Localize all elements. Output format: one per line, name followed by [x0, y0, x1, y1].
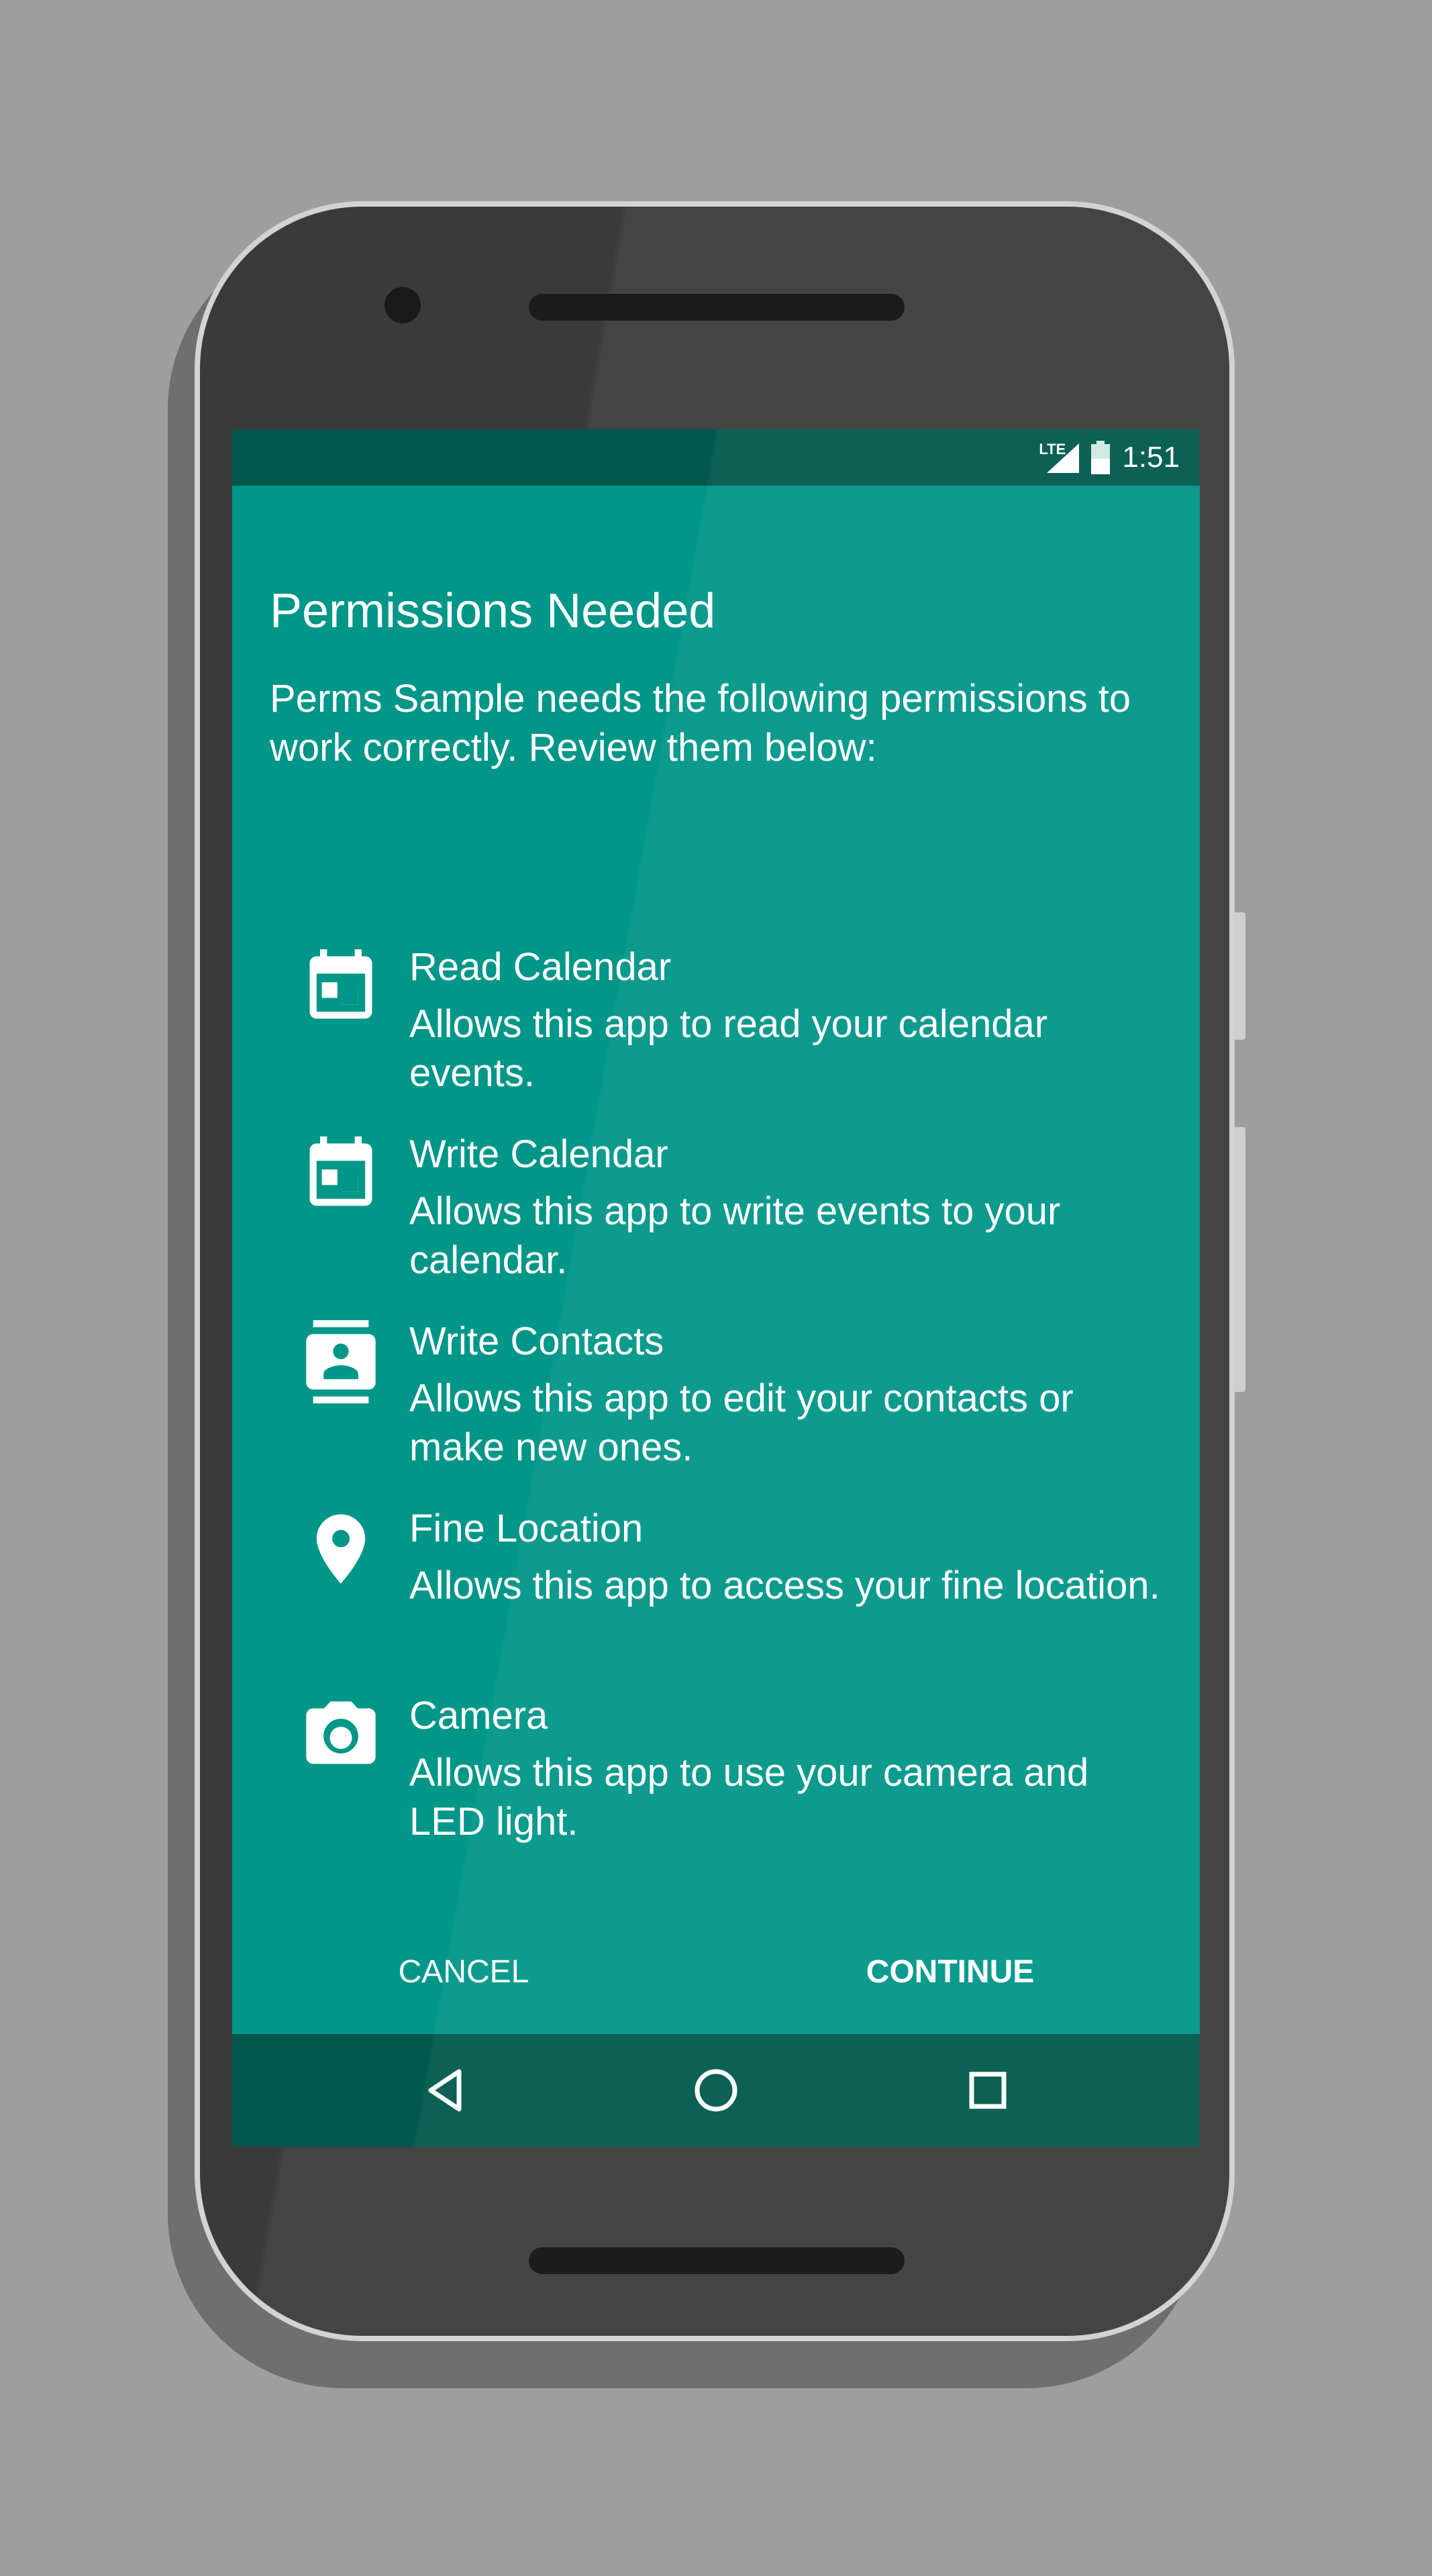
- top-speaker: [529, 294, 905, 321]
- permission-description: Allows this app to access your fine loca…: [409, 1564, 1160, 1607]
- permission-title: Fine Location: [409, 1507, 644, 1550]
- permission-title: Write Contacts: [409, 1320, 664, 1363]
- permission-item-read-calendar: Read Calendar Allows this app to read yo…: [232, 945, 1200, 1120]
- power-button: [1233, 912, 1245, 1040]
- permission-title: Write Calendar: [409, 1132, 668, 1176]
- permission-item-camera: Camera Allows this app to use your camer…: [232, 1694, 1200, 1869]
- volume-button: [1233, 1127, 1245, 1392]
- navigation-bar: [232, 2034, 1200, 2147]
- screen: LTE 1:51 Permissions Needed Perms Sample…: [232, 429, 1200, 2147]
- permission-item-fine-location: Fine Location Allows this app to access …: [232, 1507, 1200, 1682]
- calendar-icon: [309, 949, 372, 1019]
- dialog-title: Permissions Needed: [270, 584, 716, 638]
- front-camera: [385, 287, 421, 323]
- permission-description: Allows this app to use your camera and L…: [409, 1751, 1089, 1843]
- status-icons: LTE 1:51: [1039, 429, 1180, 486]
- permission-title: Camera: [409, 1694, 548, 1737]
- permission-description: Allows this app to read your calendar ev…: [409, 1002, 1048, 1095]
- calendar-icon: [309, 1136, 372, 1206]
- home-icon[interactable]: [689, 2063, 743, 2117]
- permission-title: Read Calendar: [409, 945, 672, 989]
- cancel-button[interactable]: CANCEL: [366, 1939, 561, 2006]
- contacts-icon: [306, 1320, 376, 1403]
- permission-item-write-calendar: Write Calendar Allows this app to write …: [232, 1132, 1200, 1307]
- status-time: 1:51: [1122, 441, 1180, 474]
- recents-icon[interactable]: [961, 2063, 1015, 2117]
- back-icon[interactable]: [420, 2063, 474, 2117]
- camera-icon: [306, 1701, 376, 1764]
- location-pin-icon: [316, 1514, 366, 1584]
- signal-icon: LTE: [1039, 439, 1080, 476]
- permission-description: Allows this app to edit your contacts or…: [409, 1377, 1074, 1469]
- dialog-intro: Perms Sample needs the following permiss…: [270, 677, 1131, 769]
- battery-icon: [1091, 441, 1111, 474]
- status-bar: LTE 1:51: [232, 429, 1200, 486]
- permission-description: Allows this app to write events to your …: [409, 1189, 1061, 1282]
- permission-item-write-contacts: Write Contacts Allows this app to edit y…: [232, 1320, 1200, 1495]
- continue-button[interactable]: CONTINUE: [836, 1939, 1064, 2006]
- bottom-speaker: [529, 2247, 905, 2274]
